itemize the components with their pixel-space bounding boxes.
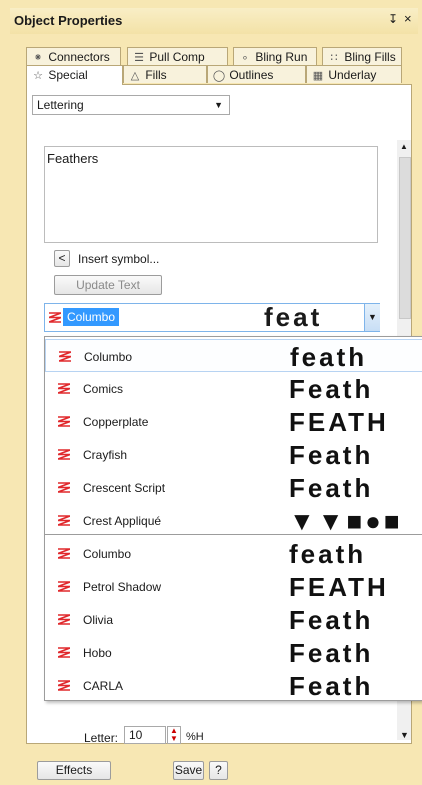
fills-icon: △ (130, 70, 140, 82)
embroidery-font-icon (58, 680, 70, 691)
scroll-up-icon[interactable]: ▲ (400, 142, 408, 151)
tab-label: Outlines (229, 68, 274, 82)
font-preview: Feath (289, 671, 374, 701)
font-dropdown-button[interactable]: ▼ (364, 304, 380, 331)
font-name: Comics (83, 382, 124, 396)
font-list-item[interactable]: CARLA Feath (45, 669, 422, 702)
star-icon: ☆ (33, 70, 43, 82)
font-list-item[interactable]: Columbo feath (45, 537, 422, 570)
embroidery-font-icon (58, 548, 70, 559)
font-preview: Feath (289, 440, 374, 470)
embroidery-font-icon (49, 312, 61, 323)
scroll-down-icon[interactable]: ▼ (400, 730, 409, 740)
embroidery-font-icon (59, 351, 71, 362)
insert-symbol-label[interactable]: Insert symbol... (78, 252, 159, 266)
letter-spacing-input[interactable]: 10 (124, 726, 166, 744)
help-button[interactable]: ? (209, 761, 228, 780)
font-preview: Feath (289, 605, 374, 635)
font-list-item[interactable]: Columbo feath (45, 339, 422, 372)
font-list-item[interactable]: Petrol Shadow FEATH (45, 570, 422, 603)
object-type-value: Lettering (37, 98, 84, 112)
tab-label: Fills (145, 68, 167, 82)
tab-bling-fills[interactable]: ∷ Bling Fills (322, 47, 402, 65)
font-name: Copperplate (83, 415, 149, 429)
embroidery-font-icon (58, 383, 70, 394)
font-preview: Feath (289, 473, 374, 503)
font-dropdown-list[interactable]: Columbo feath Comics Feath Copperplate FEATH C… (44, 336, 422, 701)
embroidery-font-icon (58, 416, 70, 427)
letter-unit: %H (186, 731, 204, 743)
tab-outlines[interactable]: ◯ Outlines (207, 65, 306, 83)
font-preview: ▼▼■●■ (289, 506, 403, 536)
font-list-item[interactable]: Comics Feath (45, 372, 422, 405)
font-name: Crayfish (83, 448, 128, 462)
embroidery-font-icon (58, 647, 70, 658)
letter-label: Letter: (84, 731, 119, 745)
font-preview: feath (289, 539, 367, 569)
font-preview: feath (290, 342, 368, 372)
lettering-text-input[interactable]: Feathers (44, 146, 378, 243)
object-type-select[interactable]: Lettering ▼ (32, 95, 230, 115)
scrollbar-thumb[interactable] (399, 157, 411, 319)
font-list-item[interactable]: Hobo Feath (45, 636, 422, 669)
tab-label: Bling Fills (344, 50, 396, 64)
underlay-icon: ▦ (312, 70, 324, 82)
close-icon[interactable]: × (404, 11, 412, 26)
tab-bling-run[interactable]: ∘ Bling Run (233, 47, 317, 65)
font-preview: FEATH (289, 407, 389, 437)
outlines-icon: ◯ (212, 70, 226, 82)
font-name: Olivia (83, 613, 114, 627)
letter-spinner[interactable]: ▲ ▼ (167, 726, 181, 744)
tab-underlay[interactable]: ▦ Underlay (306, 65, 402, 83)
tab-label: Bling Run (255, 50, 308, 64)
embroidery-font-icon (58, 482, 70, 493)
effects-button[interactable]: Effects (37, 761, 111, 780)
save-button[interactable]: Save (173, 761, 204, 780)
font-list-item[interactable]: Crest Appliqué ▼▼■●■ (45, 504, 422, 537)
font-name: Columbo (84, 350, 133, 364)
font-preview: Feath (289, 638, 374, 668)
font-preview: FEATH (289, 572, 389, 602)
tab-label: Underlay (328, 68, 377, 82)
tab-fills[interactable]: △ Fills (123, 65, 207, 83)
embroidery-font-icon (58, 581, 70, 592)
embroidery-font-icon (58, 515, 70, 526)
tab-connectors[interactable]: ⁕ Connectors (26, 47, 121, 65)
font-preview: Feath (289, 374, 374, 404)
font-list-item[interactable]: Olivia Feath (45, 603, 422, 636)
font-name: Petrol Shadow (83, 580, 162, 594)
tab-label: Connectors (48, 50, 110, 64)
tab-label: Special (48, 68, 88, 82)
pin-icon[interactable]: ↧ (388, 12, 398, 26)
font-list-item[interactable]: Crescent Script Feath (45, 471, 422, 504)
embroidery-font-icon (58, 449, 70, 460)
font-name: Columbo (83, 547, 132, 561)
update-text-button[interactable]: Update Text (54, 275, 162, 295)
font-list-item[interactable]: Crayfish Feath (45, 438, 422, 471)
font-name: Hobo (83, 646, 112, 660)
window-title: Object Properties (14, 13, 123, 28)
insert-symbol-button[interactable]: < (54, 250, 70, 267)
font-name: Crescent Script (83, 481, 166, 495)
list-separator (45, 534, 422, 535)
tab-special[interactable]: ☆ Special (26, 65, 123, 85)
font-list-item[interactable]: Copperplate FEATH (45, 405, 422, 438)
font-combo-preview: feat (264, 302, 323, 332)
font-name: Crest Appliqué (83, 514, 162, 528)
chevron-down-icon: ▼ (214, 100, 223, 110)
font-name: CARLA (83, 679, 124, 693)
tab-pull-comp[interactable]: ☰ Pull Comp (127, 47, 228, 65)
selected-font-name: Columbo (63, 308, 120, 326)
embroidery-font-icon (58, 614, 70, 625)
tab-label: Pull Comp (149, 50, 205, 64)
